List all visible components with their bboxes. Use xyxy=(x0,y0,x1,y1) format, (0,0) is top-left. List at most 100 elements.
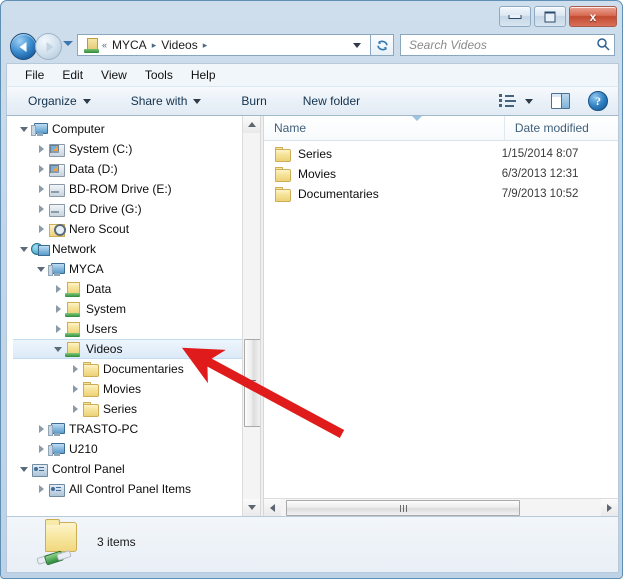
computer-icon xyxy=(48,262,65,277)
breadcrumb-separator[interactable]: ▸ xyxy=(201,40,210,51)
view-dropdown-icon[interactable] xyxy=(525,98,533,104)
organize-button[interactable]: Organize xyxy=(19,91,100,111)
tree-item-series[interactable]: Series xyxy=(7,399,243,419)
file-name-cell: Movies xyxy=(264,166,502,182)
scroll-right-button[interactable] xyxy=(601,499,618,516)
collapse-triangle-icon[interactable] xyxy=(51,346,65,352)
tree-item-all-control-panel-items[interactable]: All Control Panel Items xyxy=(7,479,243,499)
breadcrumb-item-videos[interactable]: Videos xyxy=(158,38,200,52)
breadcrumb-item-myca[interactable]: MYCA xyxy=(109,38,150,52)
tree-item-label: U210 xyxy=(69,442,98,456)
search-box[interactable]: Search Videos xyxy=(400,34,615,56)
tree-item-system[interactable]: System xyxy=(7,299,243,319)
tree-item-myca[interactable]: MYCA xyxy=(7,259,243,279)
minimize-button[interactable] xyxy=(499,6,531,27)
expand-triangle-icon[interactable] xyxy=(51,325,65,333)
close-button[interactable]: x xyxy=(569,6,617,27)
table-row[interactable]: Movies 6/3/2013 12:31 xyxy=(264,164,618,184)
expand-triangle-icon[interactable] xyxy=(34,165,48,173)
scroll-left-button[interactable] xyxy=(264,499,281,516)
tree-item-nero-scout[interactable]: Nero Scout xyxy=(7,219,243,239)
tree-item-label: Data (D:) xyxy=(69,162,118,176)
expand-triangle-icon[interactable] xyxy=(51,285,65,293)
preview-pane-icon[interactable] xyxy=(551,93,570,109)
chevron-down-icon[interactable] xyxy=(353,42,361,48)
tree-vertical-scrollbar[interactable] xyxy=(242,116,260,516)
expand-triangle-icon[interactable] xyxy=(68,365,82,373)
tree-item-data[interactable]: Data xyxy=(7,279,243,299)
collapse-triangle-icon[interactable] xyxy=(17,126,31,132)
help-icon[interactable]: ? xyxy=(588,91,608,111)
file-date-cell: 7/9/2013 10:52 xyxy=(501,188,579,200)
menu-item-tools[interactable]: Tools xyxy=(136,66,182,84)
hscrollbar-thumb[interactable] xyxy=(286,500,520,516)
column-header-date-modified[interactable]: Date modified xyxy=(503,116,618,140)
share-with-button[interactable]: Share with xyxy=(122,91,211,111)
tree-item-u210[interactable]: U210 xyxy=(7,439,243,459)
folder-icon xyxy=(82,381,99,397)
tree-item-videos[interactable]: Videos xyxy=(13,339,243,359)
table-row[interactable]: Series 1/15/2014 8:07 xyxy=(264,144,618,164)
tree-item-label: Nero Scout xyxy=(69,222,130,236)
shared-folder-icon xyxy=(65,281,82,297)
collapse-triangle-icon[interactable] xyxy=(17,466,31,472)
tree-item-label: MYCA xyxy=(69,262,104,276)
menu-item-view[interactable]: View xyxy=(92,66,136,84)
forward-button[interactable] xyxy=(35,33,62,60)
collapse-triangle-icon[interactable] xyxy=(17,246,31,252)
scroll-down-button[interactable] xyxy=(243,499,260,516)
menu-item-help[interactable]: Help xyxy=(182,66,225,84)
maximize-button[interactable] xyxy=(534,6,566,27)
refresh-button[interactable] xyxy=(370,34,394,56)
expand-triangle-icon[interactable] xyxy=(34,225,48,233)
expand-triangle-icon[interactable] xyxy=(68,385,82,393)
folder-icon xyxy=(274,186,291,202)
search-icon[interactable] xyxy=(592,37,614,54)
tree-item-bd-rom-drive-e[interactable]: BD-ROM Drive (E:) xyxy=(7,179,243,199)
expand-triangle-icon[interactable] xyxy=(34,185,48,193)
tree-item-cd-drive-g[interactable]: CD Drive (G:) xyxy=(7,199,243,219)
column-header-name[interactable]: Name xyxy=(264,116,504,140)
search-input[interactable]: Search Videos xyxy=(401,38,592,52)
tree-item-network[interactable]: Network xyxy=(7,239,243,259)
history-dropdown-icon[interactable] xyxy=(63,41,73,46)
address-bar[interactable]: « MYCA ▸ Videos ▸ xyxy=(77,34,370,56)
tree-item-data-d[interactable]: Data (D:) xyxy=(7,159,243,179)
explorer-content: Computer System (C:) Data (D:) BD-ROM Drive… xyxy=(6,116,619,516)
view-options-icon[interactable] xyxy=(499,94,516,108)
collapse-triangle-icon[interactable] xyxy=(34,266,48,272)
table-row[interactable]: Documentaries 7/9/2013 10:52 xyxy=(264,184,618,204)
tree-item-system-c[interactable]: System (C:) xyxy=(7,139,243,159)
tree-item-documentaries[interactable]: Documentaries xyxy=(7,359,243,379)
breadcrumb-separator[interactable]: ▸ xyxy=(150,40,159,51)
tree-item-users[interactable]: Users xyxy=(7,319,243,339)
expand-triangle-icon[interactable] xyxy=(34,485,48,493)
tree-item-movies[interactable]: Movies xyxy=(7,379,243,399)
expand-triangle-icon[interactable] xyxy=(51,305,65,313)
scroll-up-button[interactable] xyxy=(243,116,260,133)
file-horizontal-scrollbar[interactable] xyxy=(264,498,618,516)
network-icon xyxy=(31,242,50,257)
tree-item-trasto-pc[interactable]: TRASTO-PC xyxy=(7,419,243,439)
scrollbar-thumb[interactable] xyxy=(244,339,260,427)
menu-item-edit[interactable]: Edit xyxy=(53,66,92,84)
breadcrumb-overflow[interactable]: « xyxy=(100,40,109,50)
shared-folder-icon xyxy=(65,321,82,337)
expand-triangle-icon[interactable] xyxy=(34,425,48,433)
tree-item-label: Control Panel xyxy=(52,462,125,476)
tree-item-control-panel[interactable]: Control Panel xyxy=(7,459,243,479)
back-button[interactable] xyxy=(10,33,37,60)
tree-item-computer[interactable]: Computer xyxy=(7,119,243,139)
new-folder-button[interactable]: New folder xyxy=(294,91,369,111)
scrollbar-grip-icon xyxy=(249,378,256,389)
menu-item-file[interactable]: File xyxy=(16,66,53,84)
drive-windows-icon xyxy=(48,162,65,177)
expand-triangle-icon[interactable] xyxy=(68,405,82,413)
expand-triangle-icon[interactable] xyxy=(34,445,48,453)
tree-item-label: Documentaries xyxy=(103,362,184,376)
expand-triangle-icon[interactable] xyxy=(34,145,48,153)
expand-triangle-icon[interactable] xyxy=(34,205,48,213)
shared-folder-icon xyxy=(65,301,82,317)
shared-folder-icon xyxy=(65,341,82,357)
burn-button[interactable]: Burn xyxy=(232,91,275,111)
